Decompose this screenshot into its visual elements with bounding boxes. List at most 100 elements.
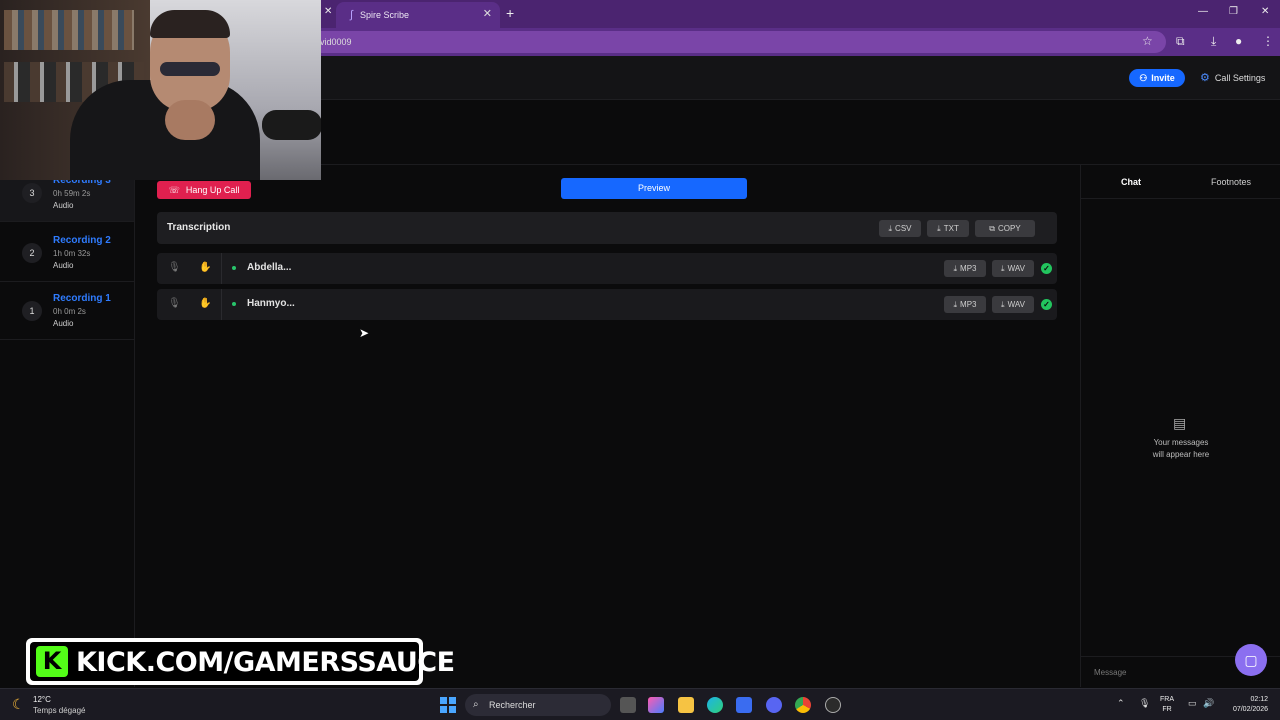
call-settings-label: Call Settings bbox=[1214, 72, 1266, 83]
csv-download-button[interactable]: ⤓ CSV bbox=[879, 220, 921, 237]
language-primary: FRA bbox=[1160, 696, 1174, 703]
chat-bubble-icon: ▢ bbox=[1244, 652, 1258, 668]
transcription-title: Transcription bbox=[167, 222, 231, 233]
copilot-icon[interactable] bbox=[648, 697, 664, 713]
taskbar-search[interactable]: ⌕ Rechercher bbox=[465, 694, 611, 716]
mp3-label: MP3 bbox=[960, 300, 977, 309]
mp3-download-button[interactable]: ⤓ MP3 bbox=[944, 260, 986, 277]
download-icon: ⤓ bbox=[1001, 263, 1005, 273]
divider bbox=[221, 289, 222, 320]
download-icon: ⤓ bbox=[888, 223, 893, 233]
restore-icon[interactable]: ❐ bbox=[1229, 6, 1238, 17]
invite-button[interactable]: ⚇ Invite bbox=[1129, 69, 1185, 87]
recording-duration: 0h 0m 2s bbox=[53, 307, 86, 316]
browser-tab[interactable]: ∫ Spire Scribe ✕ bbox=[336, 2, 500, 28]
download-icon[interactable]: ⤓ bbox=[1211, 34, 1216, 49]
participant-row: 🎙 ✋ Hanmyo... ⤓ MP3 ⤓ WAV ✓ bbox=[157, 289, 1057, 320]
mp3-download-button[interactable]: ⤓ MP3 bbox=[944, 296, 986, 313]
weather-description: Temps dégagé bbox=[33, 706, 86, 715]
hand-icon[interactable]: ✋ bbox=[199, 262, 211, 273]
tab-title: Spire Scribe bbox=[360, 10, 410, 20]
wav-download-button[interactable]: ⤓ WAV bbox=[992, 260, 1034, 277]
tab-footnotes[interactable]: Footnotes bbox=[1211, 177, 1251, 187]
window-close-icon[interactable]: ✕ bbox=[1261, 6, 1269, 17]
network-icon[interactable]: ▭ bbox=[1188, 698, 1197, 709]
copy-button[interactable]: ⧉ COPY bbox=[975, 220, 1035, 237]
task-view-icon[interactable] bbox=[620, 697, 636, 713]
recording-duration: 1h 0m 32s bbox=[53, 249, 91, 258]
support-chat-button[interactable]: ▢ bbox=[1235, 644, 1267, 676]
recording-title: Recording 2 bbox=[53, 235, 111, 246]
recording-type: Audio bbox=[53, 319, 74, 328]
txt-label: TXT bbox=[943, 224, 959, 233]
microphone-icon[interactable]: 🎙 bbox=[1139, 698, 1150, 709]
add-user-icon: ⚇ bbox=[1139, 72, 1148, 83]
message-icon: ▤ bbox=[1173, 415, 1187, 431]
close-icon[interactable]: ✕ bbox=[483, 7, 492, 20]
recording-number: 1 bbox=[22, 301, 42, 321]
clock[interactable]: 02:12 07/02/2026 bbox=[1226, 695, 1268, 715]
check-icon: ✓ bbox=[1041, 299, 1052, 310]
online-status-dot bbox=[232, 302, 236, 306]
kick-banner: K KICK.COM/GAMERSSAUCE bbox=[26, 638, 455, 685]
date: 07/02/2026 bbox=[1232, 706, 1268, 713]
kick-url: KICK.COM/GAMERSSAUCE bbox=[76, 647, 455, 678]
chrome-icon[interactable] bbox=[795, 697, 811, 713]
copy-icon: ⧉ bbox=[989, 223, 996, 233]
microphone bbox=[262, 110, 321, 140]
store-icon[interactable] bbox=[736, 697, 752, 713]
glasses bbox=[160, 62, 220, 76]
empty-state-text: Your messages will appear here bbox=[1081, 437, 1280, 461]
txt-download-button[interactable]: ⤓ TXT bbox=[927, 220, 969, 237]
menu-kebab-icon[interactable]: ⋮ bbox=[1262, 34, 1274, 48]
language-indicator[interactable]: FRA FR bbox=[1160, 695, 1174, 715]
download-icon: ⤓ bbox=[953, 263, 958, 273]
download-icon: ⤓ bbox=[937, 223, 941, 233]
books bbox=[4, 10, 134, 50]
start-menu-icon[interactable] bbox=[440, 697, 456, 713]
file-explorer-icon[interactable] bbox=[678, 697, 694, 713]
volume-icon[interactable]: 🔊 bbox=[1203, 698, 1214, 709]
mouse-cursor-icon: ➤ bbox=[359, 326, 370, 340]
recording-number: 2 bbox=[22, 243, 42, 263]
hang-up-label: Hang Up Call bbox=[185, 185, 240, 195]
recording-item[interactable]: 1 Recording 1 0h 0m 2s Audio bbox=[0, 283, 134, 340]
url-field[interactable]: vid0009 bbox=[310, 31, 1166, 53]
bookmark-star-icon[interactable]: ☆ bbox=[1142, 34, 1153, 48]
language-secondary: FR bbox=[1162, 706, 1172, 713]
windows-taskbar: ☾ 12°C Temps dégagé ⌕ Rechercher ⌃ 🎙 FRA… bbox=[0, 688, 1280, 720]
search-icon: ⌕ bbox=[473, 699, 479, 710]
hand-icon[interactable]: ✋ bbox=[199, 298, 211, 309]
preview-button[interactable]: Preview bbox=[561, 178, 747, 199]
edge-icon[interactable] bbox=[707, 697, 723, 713]
gear-icon: ⚙ bbox=[1200, 72, 1210, 84]
profile-avatar-icon[interactable]: ● bbox=[1235, 34, 1242, 48]
webcam-overlay bbox=[0, 0, 321, 180]
tab-chat[interactable]: Chat bbox=[1121, 177, 1141, 187]
recording-title: Recording 1 bbox=[53, 293, 111, 304]
screen: ✕ ∫ Spire Scribe ✕ + — ❐ ✕ vid0009 ☆ ⧉ ⤓… bbox=[0, 0, 1280, 720]
call-settings-button[interactable]: ⚙ Call Settings bbox=[1200, 71, 1265, 84]
message-input[interactable]: Message bbox=[1094, 668, 1126, 677]
discord-icon[interactable] bbox=[766, 697, 782, 713]
spire-logo-icon: ∫ bbox=[350, 9, 354, 21]
kick-banner-inner: K KICK.COM/GAMERSSAUCE bbox=[30, 642, 455, 681]
wav-label: WAV bbox=[1007, 300, 1025, 309]
url-text: vid0009 bbox=[320, 37, 352, 47]
minimize-icon[interactable]: — bbox=[1198, 6, 1208, 17]
microphone-icon[interactable]: 🎙 bbox=[168, 262, 181, 273]
recording-item[interactable]: 2 Recording 2 1h 0m 32s Audio bbox=[0, 225, 134, 282]
recording-number: 3 bbox=[22, 183, 42, 203]
close-tab-icon[interactable]: ✕ bbox=[324, 6, 332, 17]
extensions-icon[interactable]: ⧉ bbox=[1176, 34, 1185, 49]
invite-label: Invite bbox=[1151, 73, 1175, 83]
hang-up-call-button[interactable]: ☏ Hang Up Call bbox=[157, 181, 251, 199]
plus-icon[interactable]: + bbox=[506, 5, 514, 21]
wav-download-button[interactable]: ⤓ WAV bbox=[992, 296, 1034, 313]
microphone-muted-icon[interactable]: 🎙 bbox=[168, 298, 181, 309]
chevron-up-icon[interactable]: ⌃ bbox=[1117, 698, 1125, 709]
moon-weather-icon[interactable]: ☾ bbox=[12, 696, 25, 713]
recording-type: Audio bbox=[53, 261, 74, 270]
recording-duration: 0h 59m 2s bbox=[53, 189, 91, 198]
obs-icon[interactable] bbox=[825, 697, 841, 713]
